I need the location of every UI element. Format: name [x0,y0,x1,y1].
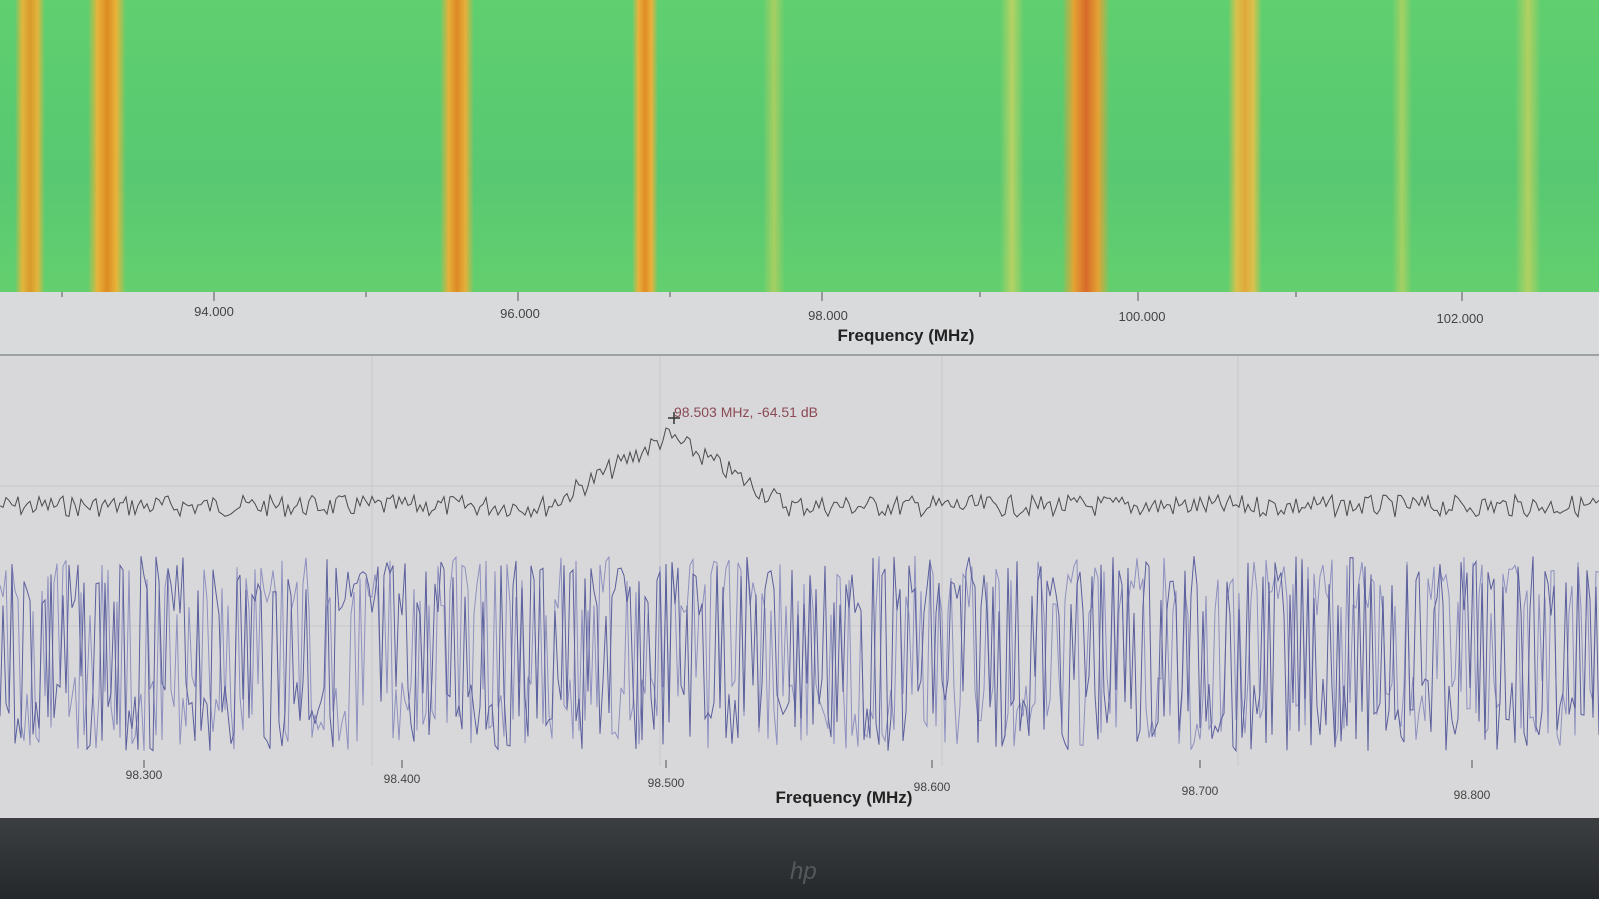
signal-band [763,0,785,292]
signal-band [1392,0,1412,292]
spectrum-trace [0,556,1599,753]
tick-label: 98.400 [383,772,421,786]
monitor-bezel: hp [0,818,1599,899]
tick-label: 102.000 [1436,311,1484,326]
tick-label: 98.500 [647,776,685,790]
hp-logo: hp [790,858,817,885]
tick-label: 94.000 [194,304,234,319]
signal-band [88,0,126,292]
axis-ticks [61,292,1463,301]
waterfall-frequency-axis: 94.000 96.000 98.000 100.000 102.000 Fre… [0,292,1599,356]
signal-band [1515,0,1541,292]
tick-label: 98.600 [913,780,951,794]
average-trace [0,427,1599,519]
signal-band [1228,0,1262,292]
tick-label: 98.000 [808,308,848,323]
tick-label: 96.000 [500,306,540,321]
marker-readout: 98.503 MHz, -64.51 dB [674,404,818,420]
axis-title: Frequency (MHz) [775,788,913,807]
tick-label: 98.300 [125,768,163,782]
tick-label: 98.800 [1453,788,1491,802]
axis-title: Frequency (MHz) [837,326,975,345]
spectrum-plot[interactable]: 98.503 MHz, -64.51 dB [0,356,1599,766]
signal-band [15,0,45,292]
axis-ticks [143,760,1473,768]
signal-band [1062,0,1110,292]
tick-label: 98.700 [1181,784,1219,798]
signal-band [440,0,474,292]
spectrum-frequency-axis: 98.300 98.400 98.500 98.600 98.700 98.80… [0,760,1599,818]
tick-label: 100.000 [1118,309,1166,324]
waterfall-display[interactable] [0,0,1599,292]
signal-band [1000,0,1024,292]
signal-band [632,0,658,292]
